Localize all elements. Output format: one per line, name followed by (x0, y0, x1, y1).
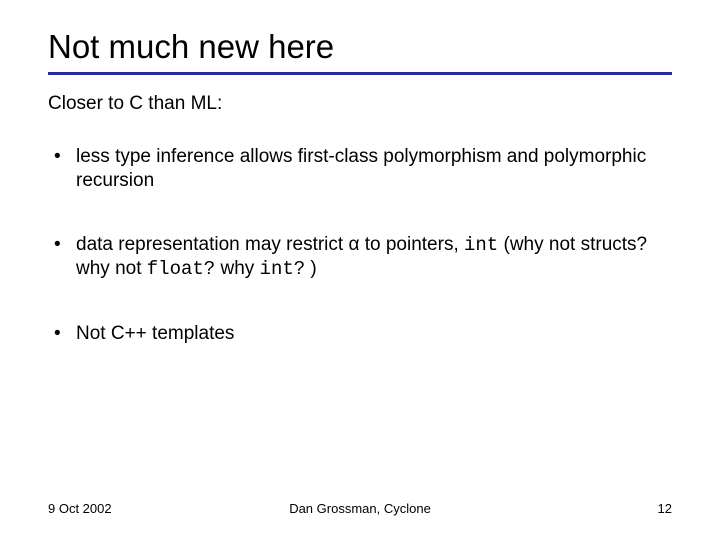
code-span: float? (147, 258, 215, 280)
bullet-item: Not C++ templates (48, 322, 672, 346)
code-span: int? (260, 258, 306, 280)
bullet-list: less type inference allows first-class p… (48, 145, 672, 346)
bullet-item: data representation may restrict α to po… (48, 233, 672, 283)
bullet-text: less type inference allows first-class p… (76, 146, 646, 191)
slide: Not much new here Closer to C than ML: l… (0, 0, 720, 540)
code-span: int (464, 234, 498, 256)
bullet-text: Not C++ templates (76, 323, 234, 344)
footer-author: Dan Grossman, Cyclone (48, 501, 672, 516)
bullet-text: ) (305, 258, 317, 279)
subheading: Closer to C than ML: (48, 93, 672, 115)
title-rule (48, 72, 672, 75)
footer: 9 Oct 2002 Dan Grossman, Cyclone 12 (48, 501, 672, 516)
bullet-text: data representation may restrict α to po… (76, 234, 464, 255)
bullet-text: why (215, 258, 259, 279)
slide-title: Not much new here (48, 28, 672, 66)
bullet-item: less type inference allows first-class p… (48, 145, 672, 193)
